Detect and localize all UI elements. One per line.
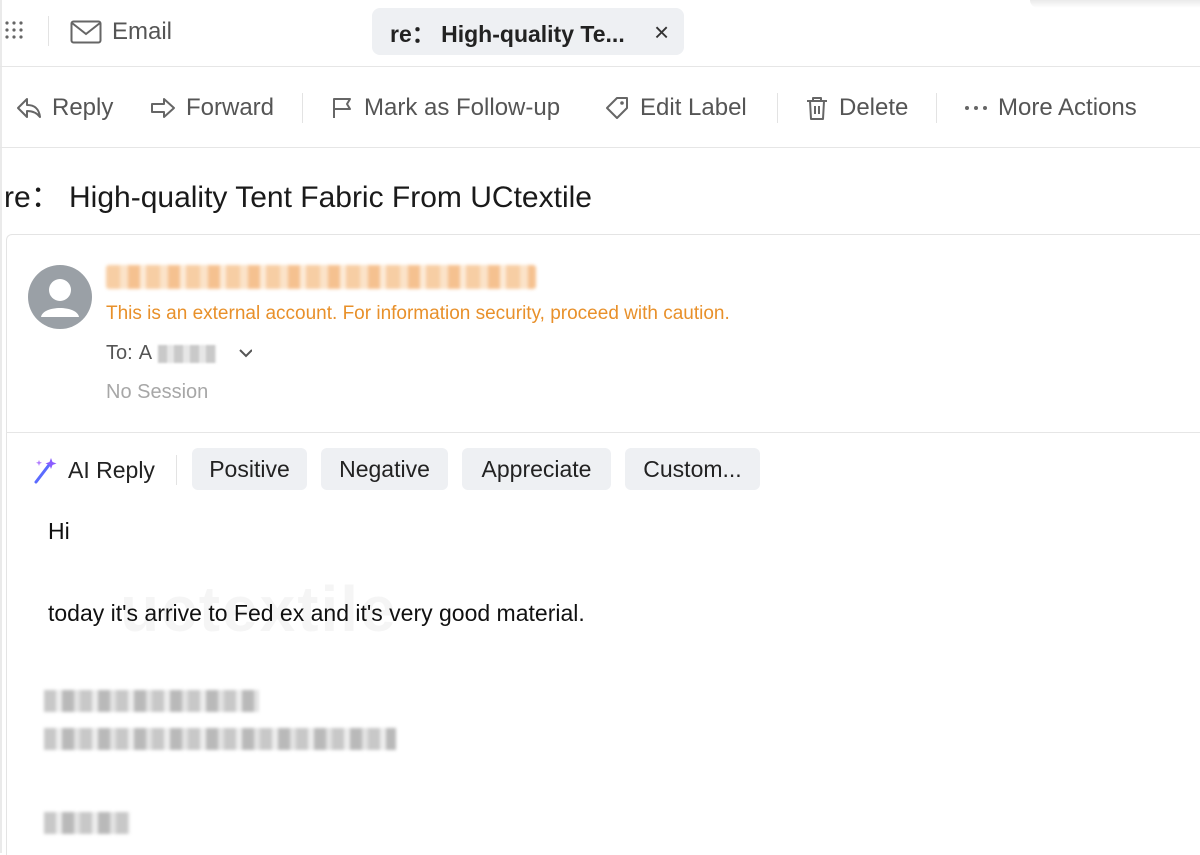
- divider: [302, 93, 303, 123]
- more-actions-label: More Actions: [998, 94, 1137, 121]
- reply-label: Reply: [52, 94, 114, 121]
- tab-active-message[interactable]: re： High-quality Te... ×: [372, 8, 684, 55]
- divider: [48, 16, 49, 46]
- flag-icon: [333, 98, 351, 118]
- divider: [777, 93, 778, 123]
- ai-option-positive[interactable]: Positive: [192, 448, 307, 490]
- tag-icon: [606, 97, 628, 119]
- edit-label-button[interactable]: Edit Label: [604, 92, 747, 124]
- trash-icon: [807, 97, 827, 120]
- ai-reply-button[interactable]: AI Reply: [32, 455, 155, 485]
- forward-button[interactable]: Forward: [150, 92, 274, 124]
- chevron-down-icon[interactable]: [222, 346, 253, 362]
- recipient-redacted: [158, 344, 217, 363]
- ai-option-appreciate[interactable]: Appreciate: [462, 448, 611, 490]
- follow-up-label: Mark as Follow-up: [364, 94, 561, 121]
- follow-up-button[interactable]: Mark as Follow-up: [330, 92, 560, 124]
- divider: [936, 93, 937, 123]
- more-actions-button[interactable]: More Actions: [964, 92, 1137, 124]
- forward-label: Forward: [186, 94, 275, 121]
- reply-button[interactable]: Reply: [16, 92, 113, 124]
- reply-icon: [17, 98, 41, 118]
- redacted-signature-line: [44, 812, 130, 834]
- delete-label: Delete: [839, 94, 909, 121]
- external-warning: This is an external account. For informa…: [106, 303, 730, 324]
- sender-address-redacted[interactable]: [106, 265, 536, 289]
- recipient-row[interactable]: To: A: [106, 342, 253, 365]
- message-subject: re： High-quality Tent Fabric From UCtext…: [4, 181, 592, 214]
- redacted-signature-line: [44, 690, 259, 712]
- close-icon[interactable]: ×: [654, 19, 669, 45]
- mail-icon: [70, 20, 102, 44]
- ai-reply-label: AI Reply: [68, 456, 155, 483]
- recipient-initial: A: [138, 342, 153, 364]
- delete-button[interactable]: Delete: [805, 92, 908, 124]
- edit-label-label: Edit Label: [640, 94, 747, 121]
- tab-email[interactable]: Email: [70, 18, 172, 46]
- to-label: To:: [106, 342, 133, 364]
- ai-option-custom[interactable]: Custom...: [625, 448, 760, 490]
- session-status: No Session: [106, 381, 209, 403]
- tab-active-label: re： High-quality Te...: [390, 20, 625, 47]
- ai-option-negative[interactable]: Negative: [321, 448, 448, 490]
- forward-icon: [151, 98, 175, 118]
- message-card: [6, 234, 1200, 855]
- apps-grid-icon[interactable]: [4, 20, 28, 44]
- sparkle-icon: [34, 458, 57, 484]
- more-dots-icon: [965, 106, 987, 110]
- body-line: today it's arrive to Fed ex and it's ver…: [48, 600, 585, 626]
- header-divider: [6, 432, 1200, 433]
- window-corner: [1030, 0, 1200, 8]
- body-greeting: Hi: [48, 518, 70, 544]
- divider: [176, 455, 177, 485]
- tab-email-label: Email: [112, 18, 173, 45]
- redacted-signature-line: [44, 728, 396, 750]
- user-avatar-icon[interactable]: [28, 265, 92, 329]
